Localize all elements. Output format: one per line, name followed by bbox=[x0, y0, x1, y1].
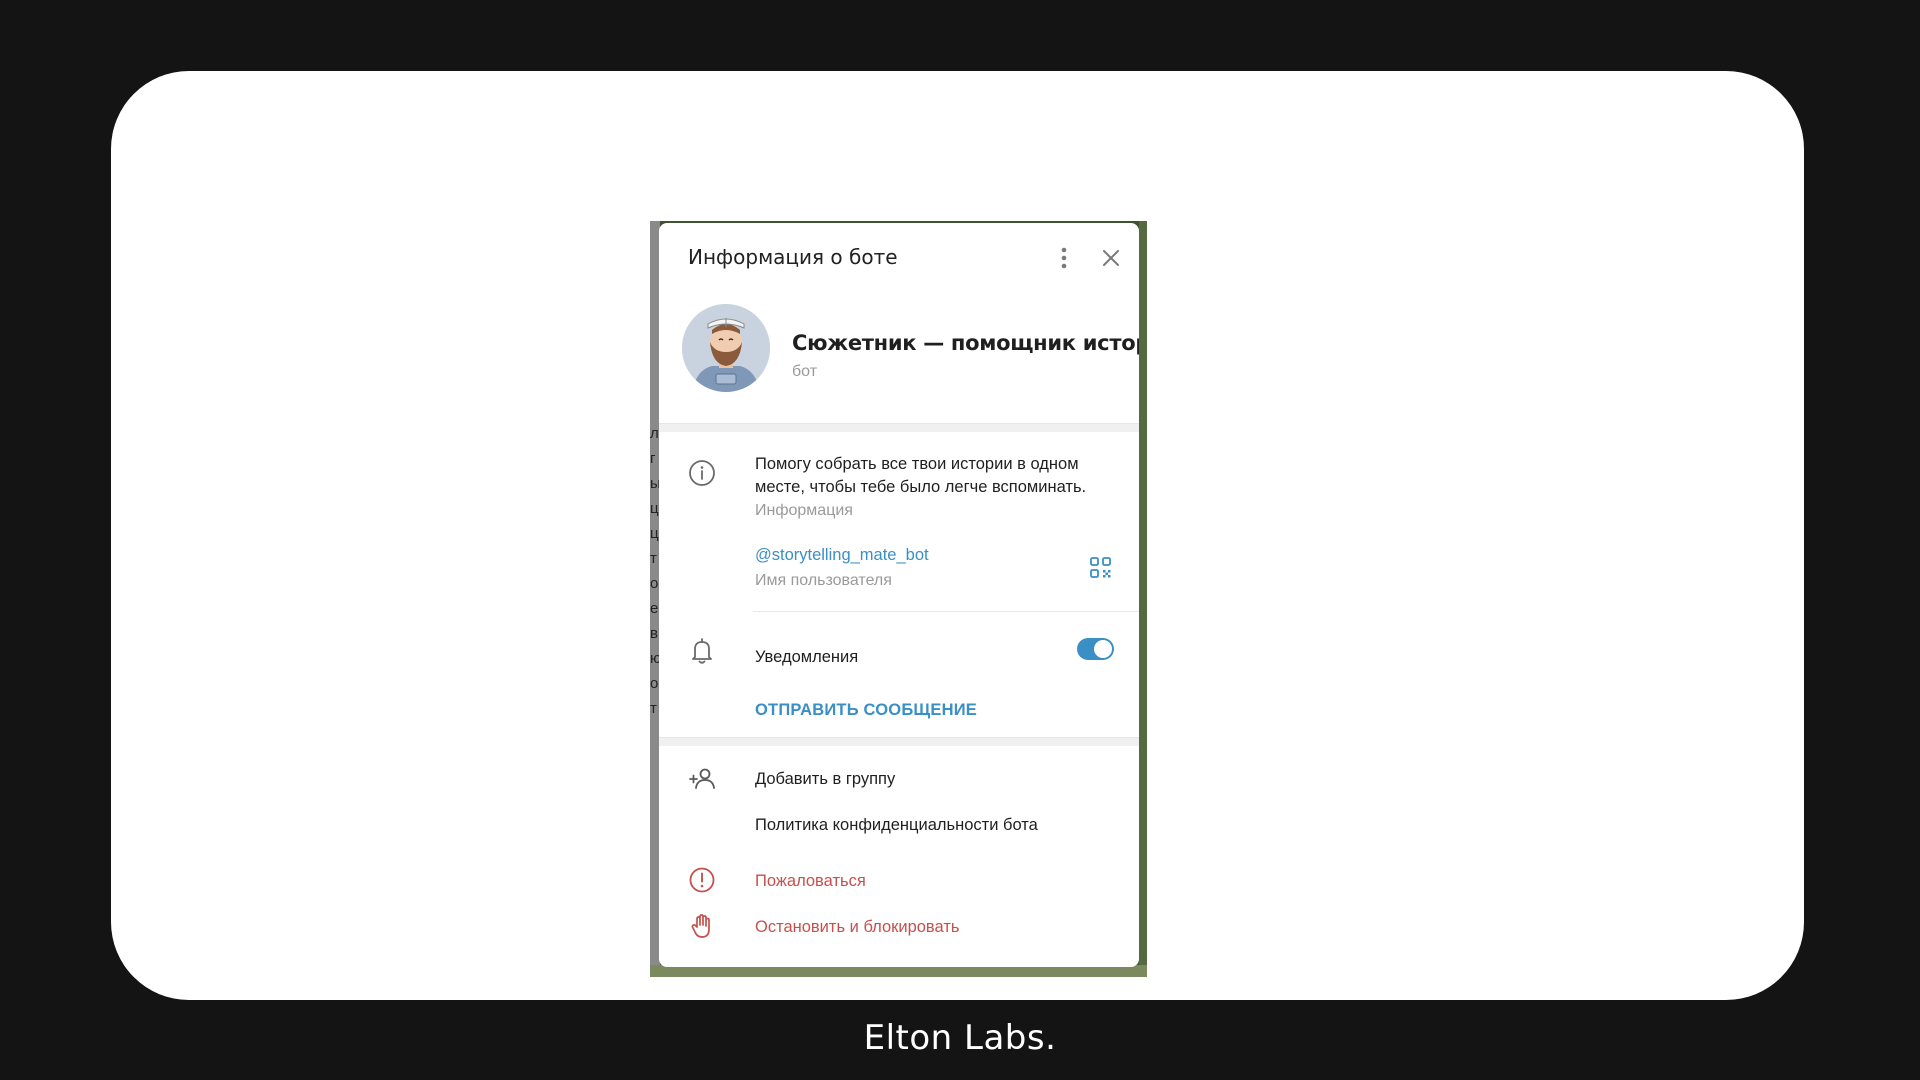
bell-icon bbox=[692, 638, 712, 664]
hand-stop-icon bbox=[691, 914, 710, 938]
qr-code-button[interactable] bbox=[1089, 556, 1113, 580]
bot-info-dialog: Информация о боте Сюжетник — помощник ис… bbox=[659, 223, 1139, 967]
notifications-label: Уведомления bbox=[755, 648, 859, 666]
report-item[interactable]: Пожаловаться bbox=[755, 872, 866, 891]
bot-profile: Сюжетник — помощник истор... бот bbox=[659, 293, 1139, 423]
bot-name: Сюжетник — помощник истор... bbox=[792, 331, 1139, 355]
chat-background-right bbox=[1139, 221, 1147, 977]
bot-avatar[interactable] bbox=[682, 304, 770, 392]
toggle-knob bbox=[1094, 640, 1112, 658]
notifications-toggle[interactable] bbox=[1077, 638, 1114, 660]
privacy-policy-item[interactable]: Политика конфиденциальности бота bbox=[755, 816, 1038, 835]
actions-section: Добавить в группу Политика конфиденциаль… bbox=[659, 746, 1139, 967]
report-icon bbox=[689, 867, 715, 893]
telegram-screenshot: лгыццтоевюот Информация о боте Сюжетник … bbox=[650, 221, 1147, 977]
more-options-button[interactable] bbox=[1054, 245, 1074, 271]
stop-and-block-item[interactable]: Остановить и блокировать bbox=[755, 918, 959, 937]
add-user-icon bbox=[689, 768, 715, 789]
bot-username-link[interactable]: @storytelling_mate_bot bbox=[755, 546, 929, 565]
bot-description: Помогу собрать все твои истории в одном … bbox=[755, 455, 1087, 496]
brand-logo-text: Elton Labs. bbox=[863, 1018, 1057, 1058]
divider bbox=[753, 611, 1139, 612]
bot-subtitle: бот bbox=[792, 363, 818, 380]
bearded-man-reading-avatar bbox=[682, 304, 770, 392]
info-section: Помогу собрать все твои истории в одном … bbox=[659, 432, 1139, 737]
description-label: Информация bbox=[755, 502, 853, 519]
send-message-button[interactable]: ОТПРАВИТЬ СООБЩЕНИЕ bbox=[755, 701, 977, 720]
add-to-group-item[interactable]: Добавить в группу bbox=[755, 770, 895, 789]
dialog-header: Информация о боте bbox=[659, 223, 1139, 293]
close-button[interactable] bbox=[1100, 245, 1122, 271]
section-separator bbox=[659, 737, 1139, 746]
more-vertical-icon bbox=[1061, 247, 1067, 269]
info-icon bbox=[689, 460, 715, 486]
username-label: Имя пользователя bbox=[755, 572, 892, 589]
section-separator bbox=[659, 423, 1139, 432]
close-icon bbox=[1103, 250, 1119, 266]
dialog-title: Информация о боте bbox=[688, 245, 898, 269]
qr-code-icon bbox=[1090, 557, 1111, 578]
